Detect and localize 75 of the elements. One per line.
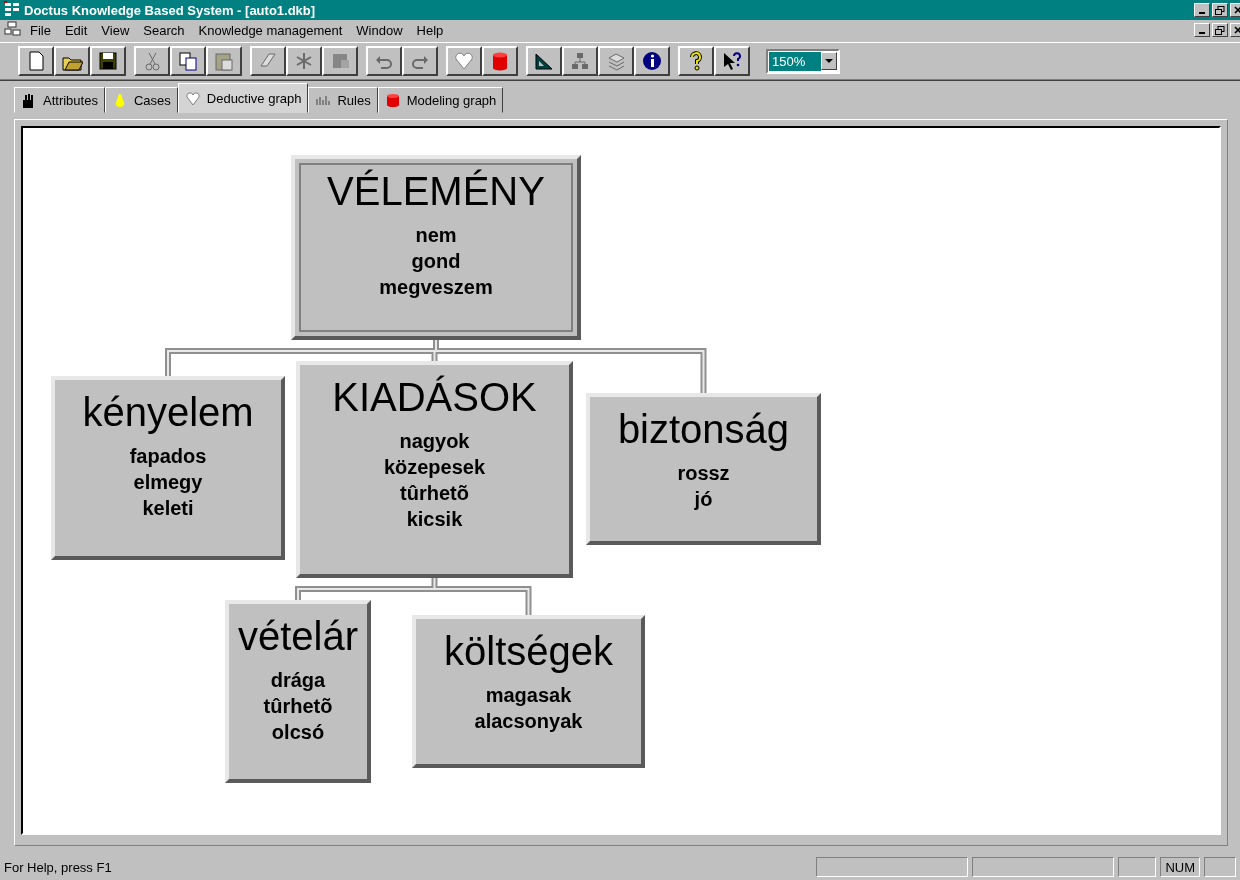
heart-icon <box>184 90 201 106</box>
tab[interactable]: Attributes <box>14 87 105 113</box>
node-value: gond <box>411 249 461 274</box>
app-icon <box>4 0 20 17</box>
status-panel <box>1118 857 1157 877</box>
graph-node[interactable]: KIADÁSOK nagyok közepesek tûrhetõ kicsik <box>296 361 573 578</box>
toolbar-button[interactable] <box>714 46 750 76</box>
node-value: olcsó <box>271 720 325 745</box>
close-icon <box>1234 26 1240 34</box>
status-text: For Help, press F1 <box>4 859 113 875</box>
menu-item[interactable]: File <box>24 21 57 39</box>
info-icon <box>641 50 663 72</box>
node-title: KIADÁSOK <box>332 375 537 420</box>
menu-item[interactable]: Help <box>410 21 450 39</box>
node-value: elmegy <box>133 470 203 495</box>
node-value: keleti <box>142 496 194 521</box>
node-value: nagyok <box>399 429 470 454</box>
graph-node[interactable]: VÉLEMÉNY nem gond megveszem <box>291 155 581 340</box>
status-panel <box>1204 857 1236 877</box>
node-value: fapados <box>129 444 207 469</box>
node-value: jó <box>694 487 713 512</box>
menu-item[interactable]: Edit <box>58 21 94 39</box>
dropdown-button[interactable] <box>821 52 837 70</box>
toolbar-button[interactable] <box>634 46 670 76</box>
document-icon <box>4 20 22 37</box>
node-title: költségek <box>444 629 613 674</box>
toolbar-button[interactable] <box>526 46 562 76</box>
node-title: VÉLEMÉNY <box>327 169 545 214</box>
graph-node[interactable]: kényelem fapados elmegy keleti <box>51 376 285 560</box>
window-title: Doctus Knowledge Based System - [auto1.dkb] <box>24 2 317 18</box>
copy-icon <box>177 50 199 72</box>
menu-item[interactable]: View <box>95 21 136 39</box>
node-value: közepesek <box>383 455 486 480</box>
toolbar-button[interactable] <box>170 46 206 76</box>
node-value: drága <box>270 668 326 693</box>
caret-icon <box>825 58 833 64</box>
toolbar-button[interactable] <box>446 46 482 76</box>
toolbar-button[interactable] <box>54 46 90 76</box>
menu-item[interactable]: Knowledge management <box>192 21 349 39</box>
status-indicator: NUM <box>1160 857 1200 877</box>
toolbar-button[interactable] <box>482 46 518 76</box>
node-title: vételár <box>237 614 359 659</box>
menu-item[interactable]: Search <box>137 21 191 39</box>
node-value: tûrhetõ <box>400 481 469 506</box>
toolbar-button[interactable] <box>90 46 126 76</box>
heart-icon <box>453 50 475 72</box>
node-value: alacsonyak <box>474 709 583 734</box>
node-title: biztonság <box>617 407 790 452</box>
menu-item[interactable]: Window <box>350 21 409 39</box>
tab[interactable]: Rules <box>308 87 378 113</box>
restore-button[interactable] <box>1212 23 1228 37</box>
pointer-help-icon <box>721 50 743 72</box>
cylinder-icon <box>384 92 401 108</box>
restore-button[interactable] <box>1212 3 1228 17</box>
node-value: kicsik <box>406 507 463 532</box>
toolbar-button[interactable] <box>18 46 54 76</box>
clipboard-icon <box>213 50 235 72</box>
minimize-button[interactable] <box>1194 3 1210 17</box>
graph-node[interactable]: költségek magasak alacsonyak <box>412 615 645 768</box>
hierarchy-icon <box>569 50 591 72</box>
tab[interactable]: Modeling graph <box>377 87 504 113</box>
node-value: magasak <box>485 683 572 708</box>
graph-node[interactable]: biztonság rossz jó <box>586 393 821 545</box>
close-icon <box>1234 6 1240 14</box>
zoom-dropdown[interactable]: 150% <box>766 48 840 74</box>
graph-node[interactable]: vételár drága tûrhetõ olcsó <box>225 600 371 783</box>
minimize-button[interactable] <box>1194 23 1210 37</box>
node-value: nem <box>415 223 457 248</box>
node-value: tûrhetõ <box>263 694 333 719</box>
node-value: rossz <box>677 461 730 486</box>
tab[interactable]: Cases <box>104 87 178 113</box>
node-title: kényelem <box>82 390 254 435</box>
toolbar-button[interactable] <box>678 46 714 76</box>
node-value: megveszem <box>379 275 493 300</box>
tab[interactable]: Deductive graph <box>177 83 309 113</box>
